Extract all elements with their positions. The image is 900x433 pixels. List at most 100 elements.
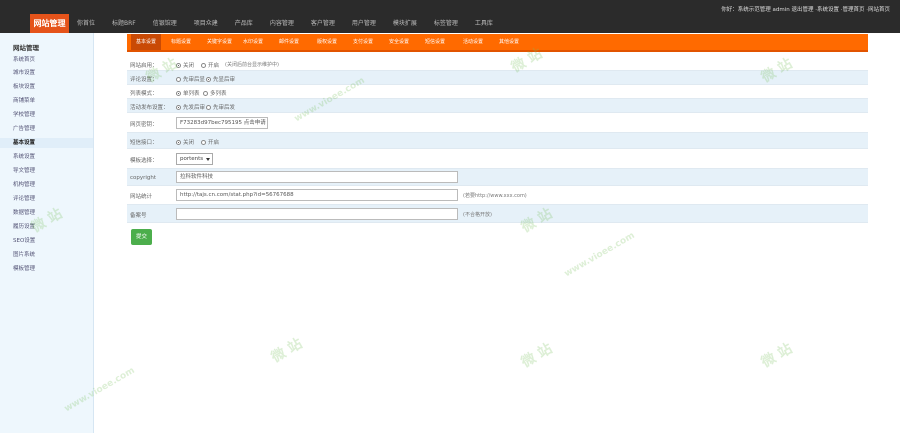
sidebar-item[interactable]: 商铺菜单 xyxy=(13,96,83,106)
nav-item-tools[interactable]: 工具库 xyxy=(475,14,493,33)
sidebar-item[interactable]: 广告管理 xyxy=(13,124,83,134)
radio-dot xyxy=(206,76,211,82)
radio-dot xyxy=(176,90,181,96)
radio-activity-b[interactable]: 先审后发 xyxy=(206,103,235,111)
sidebar: 网站管理 系统首页 城市设置 板块设置 商铺菜单 学校管理 广告管理 基本设置 … xyxy=(0,33,94,433)
watermark: 微 站 xyxy=(758,340,796,372)
sidebar-item[interactable]: 城市设置 xyxy=(13,68,83,78)
nav-item-module[interactable]: 模块扩展 xyxy=(393,14,417,33)
sidebar-item-active[interactable]: 基本设置 xyxy=(0,138,93,148)
user-info[interactable]: 你好：系统示范管理 admin 退出管理 ·系统设置 ·管理首页 ·网站首页 xyxy=(721,5,890,13)
tab-keyword[interactable]: 关键字设置 xyxy=(207,34,232,50)
radio-text: 先审后发 xyxy=(213,105,236,111)
stat-code-input[interactable]: http://tajs.cn.com/stat.php?id=56767688 xyxy=(176,189,458,201)
tab-other[interactable]: 其他设置 xyxy=(499,34,519,50)
row-list-mode: 列表模式： 单列表 多列表 xyxy=(127,85,868,99)
copyright-input[interactable]: 拉科软件科技 xyxy=(176,171,458,183)
radio-comment-b[interactable]: 先显后审 xyxy=(206,75,235,83)
template-select-value: portents xyxy=(180,156,204,162)
radio-dot xyxy=(203,90,208,96)
nav-item-home[interactable]: 你首位 xyxy=(77,14,95,33)
radio-site-status-close[interactable]: 关闭 xyxy=(176,61,194,69)
radio-dot xyxy=(176,62,181,68)
radio-text: 多列表 xyxy=(210,91,227,97)
radio-dot xyxy=(176,139,181,145)
sidebar-item[interactable]: 评论管理 xyxy=(13,194,83,204)
radio-text: 关闭 xyxy=(183,63,195,69)
radio-dot xyxy=(206,104,211,110)
tab-security[interactable]: 安全设置 xyxy=(389,34,409,50)
sidebar-item[interactable]: 系统设置 xyxy=(13,152,83,162)
row-site-status: 网站启用： 关闭 开启 (关闭后前台显示维护中) xyxy=(127,57,868,71)
label-comment-audit: 评论设置： xyxy=(130,77,158,83)
radio-site-status-open[interactable]: 开启 xyxy=(201,61,219,69)
tab-mail[interactable]: 邮件设置 xyxy=(279,34,299,50)
radio-sms-open[interactable]: 开启 xyxy=(201,138,219,146)
tab-payment[interactable]: 支付设置 xyxy=(353,34,373,50)
beian-input[interactable] xyxy=(176,208,458,220)
sidebar-item[interactable]: 导文管理 xyxy=(13,166,83,176)
beian-hint: (不合格开放) xyxy=(463,212,492,218)
watermark: 微 站 xyxy=(268,335,306,367)
label-list-mode: 列表模式： xyxy=(130,91,158,97)
label-beian: 备案号 xyxy=(130,213,147,219)
sidebar-item[interactable]: 学校管理 xyxy=(13,110,83,120)
sidebar-item[interactable]: 数据管理 xyxy=(13,208,83,218)
row-sms: 短信接口： 关闭 开启 xyxy=(127,133,868,149)
nav-item-title[interactable]: 标题BRF xyxy=(112,14,136,33)
label-activity-audit: 活动发布设置： xyxy=(130,105,169,111)
tab-sms[interactable]: 短信设置 xyxy=(425,34,445,50)
radio-text: 关闭 xyxy=(183,140,195,146)
row-template: 模板选择： portents xyxy=(127,149,868,169)
tab-activity[interactable]: 活动设置 xyxy=(463,34,483,50)
radio-text: 开启 xyxy=(208,63,220,69)
nav-item-tag[interactable]: 标签管理 xyxy=(434,14,458,33)
sidebar-item[interactable]: 系统首页 xyxy=(13,55,83,65)
sidebar-title: 网站管理 xyxy=(13,44,39,52)
sidebar-item[interactable]: 机构管理 xyxy=(13,180,83,190)
nav-item-customer[interactable]: 客户管理 xyxy=(311,14,335,33)
row-stat-code: 网站统计 http://tajs.cn.com/stat.php?id=5676… xyxy=(127,186,868,205)
submit-button[interactable]: 提交 xyxy=(131,229,152,245)
row-comment-audit: 评论设置： 先审后显 先显后审 xyxy=(127,71,868,85)
tab-basic[interactable]: 基本设置 xyxy=(131,34,162,50)
tab-copyright[interactable]: 版权设置 xyxy=(317,34,337,50)
label-copyright: copyright xyxy=(130,175,157,181)
label-stat-code: 网站统计 xyxy=(130,194,153,200)
radio-comment-a[interactable]: 先审后显 xyxy=(176,75,205,83)
radio-dot xyxy=(176,76,181,82)
label-sms: 短信接口： xyxy=(130,140,158,146)
nav-item-project[interactable]: 项目众建 xyxy=(194,14,218,33)
watermark-url: www.vioee.com xyxy=(562,230,637,280)
nav-item-info[interactable]: 信银馆理 xyxy=(153,14,177,33)
row-activity-audit: 活动发布设置： 先发后审 先审后发 xyxy=(127,99,868,113)
radio-text: 开启 xyxy=(208,140,220,146)
radio-list-a[interactable]: 单列表 xyxy=(176,89,200,97)
tab-watermark[interactable]: 水印设置 xyxy=(243,34,263,50)
sidebar-item[interactable]: 模板管理 xyxy=(13,264,83,274)
row-copyright: copyright 拉科软件科技 xyxy=(127,169,868,186)
radio-list-b[interactable]: 多列表 xyxy=(203,89,227,97)
label-template: 模板选择： xyxy=(130,158,158,164)
nav-item-product[interactable]: 产品库 xyxy=(235,14,253,33)
brand-logo[interactable]: 网站管理 xyxy=(30,14,69,33)
radio-text: 先显后审 xyxy=(213,77,236,83)
template-select[interactable]: portents xyxy=(176,153,213,165)
sidebar-item[interactable]: SEO设置 xyxy=(13,236,83,246)
nav-item-user[interactable]: 用户管理 xyxy=(352,14,376,33)
settings-tabs: 基本设置 标题设置 关键字设置 水印设置 邮件设置 版权设置 支付设置 安全设置… xyxy=(127,34,868,52)
radio-sms-close[interactable]: 关闭 xyxy=(176,138,194,146)
label-site-key: 网页密钥： xyxy=(130,122,158,128)
sidebar-item[interactable]: 图片系统 xyxy=(13,250,83,260)
nav-item-content[interactable]: 内容管理 xyxy=(270,14,294,33)
radio-activity-a[interactable]: 先发后审 xyxy=(176,103,205,111)
watermark: 微 站 xyxy=(518,340,556,372)
tab-title[interactable]: 标题设置 xyxy=(171,34,191,50)
radio-dot xyxy=(201,62,206,68)
site-status-note: (关闭后前台显示维护中) xyxy=(225,62,279,68)
sidebar-item[interactable]: 履历设置 xyxy=(13,222,83,232)
sidebar-item[interactable]: 板块设置 xyxy=(13,82,83,92)
site-key-input[interactable]: F73283d97bec795195 点击申请 xyxy=(176,117,268,129)
radio-text: 单列表 xyxy=(183,91,200,97)
row-site-key: 网页密钥： F73283d97bec795195 点击申请 xyxy=(127,113,868,133)
